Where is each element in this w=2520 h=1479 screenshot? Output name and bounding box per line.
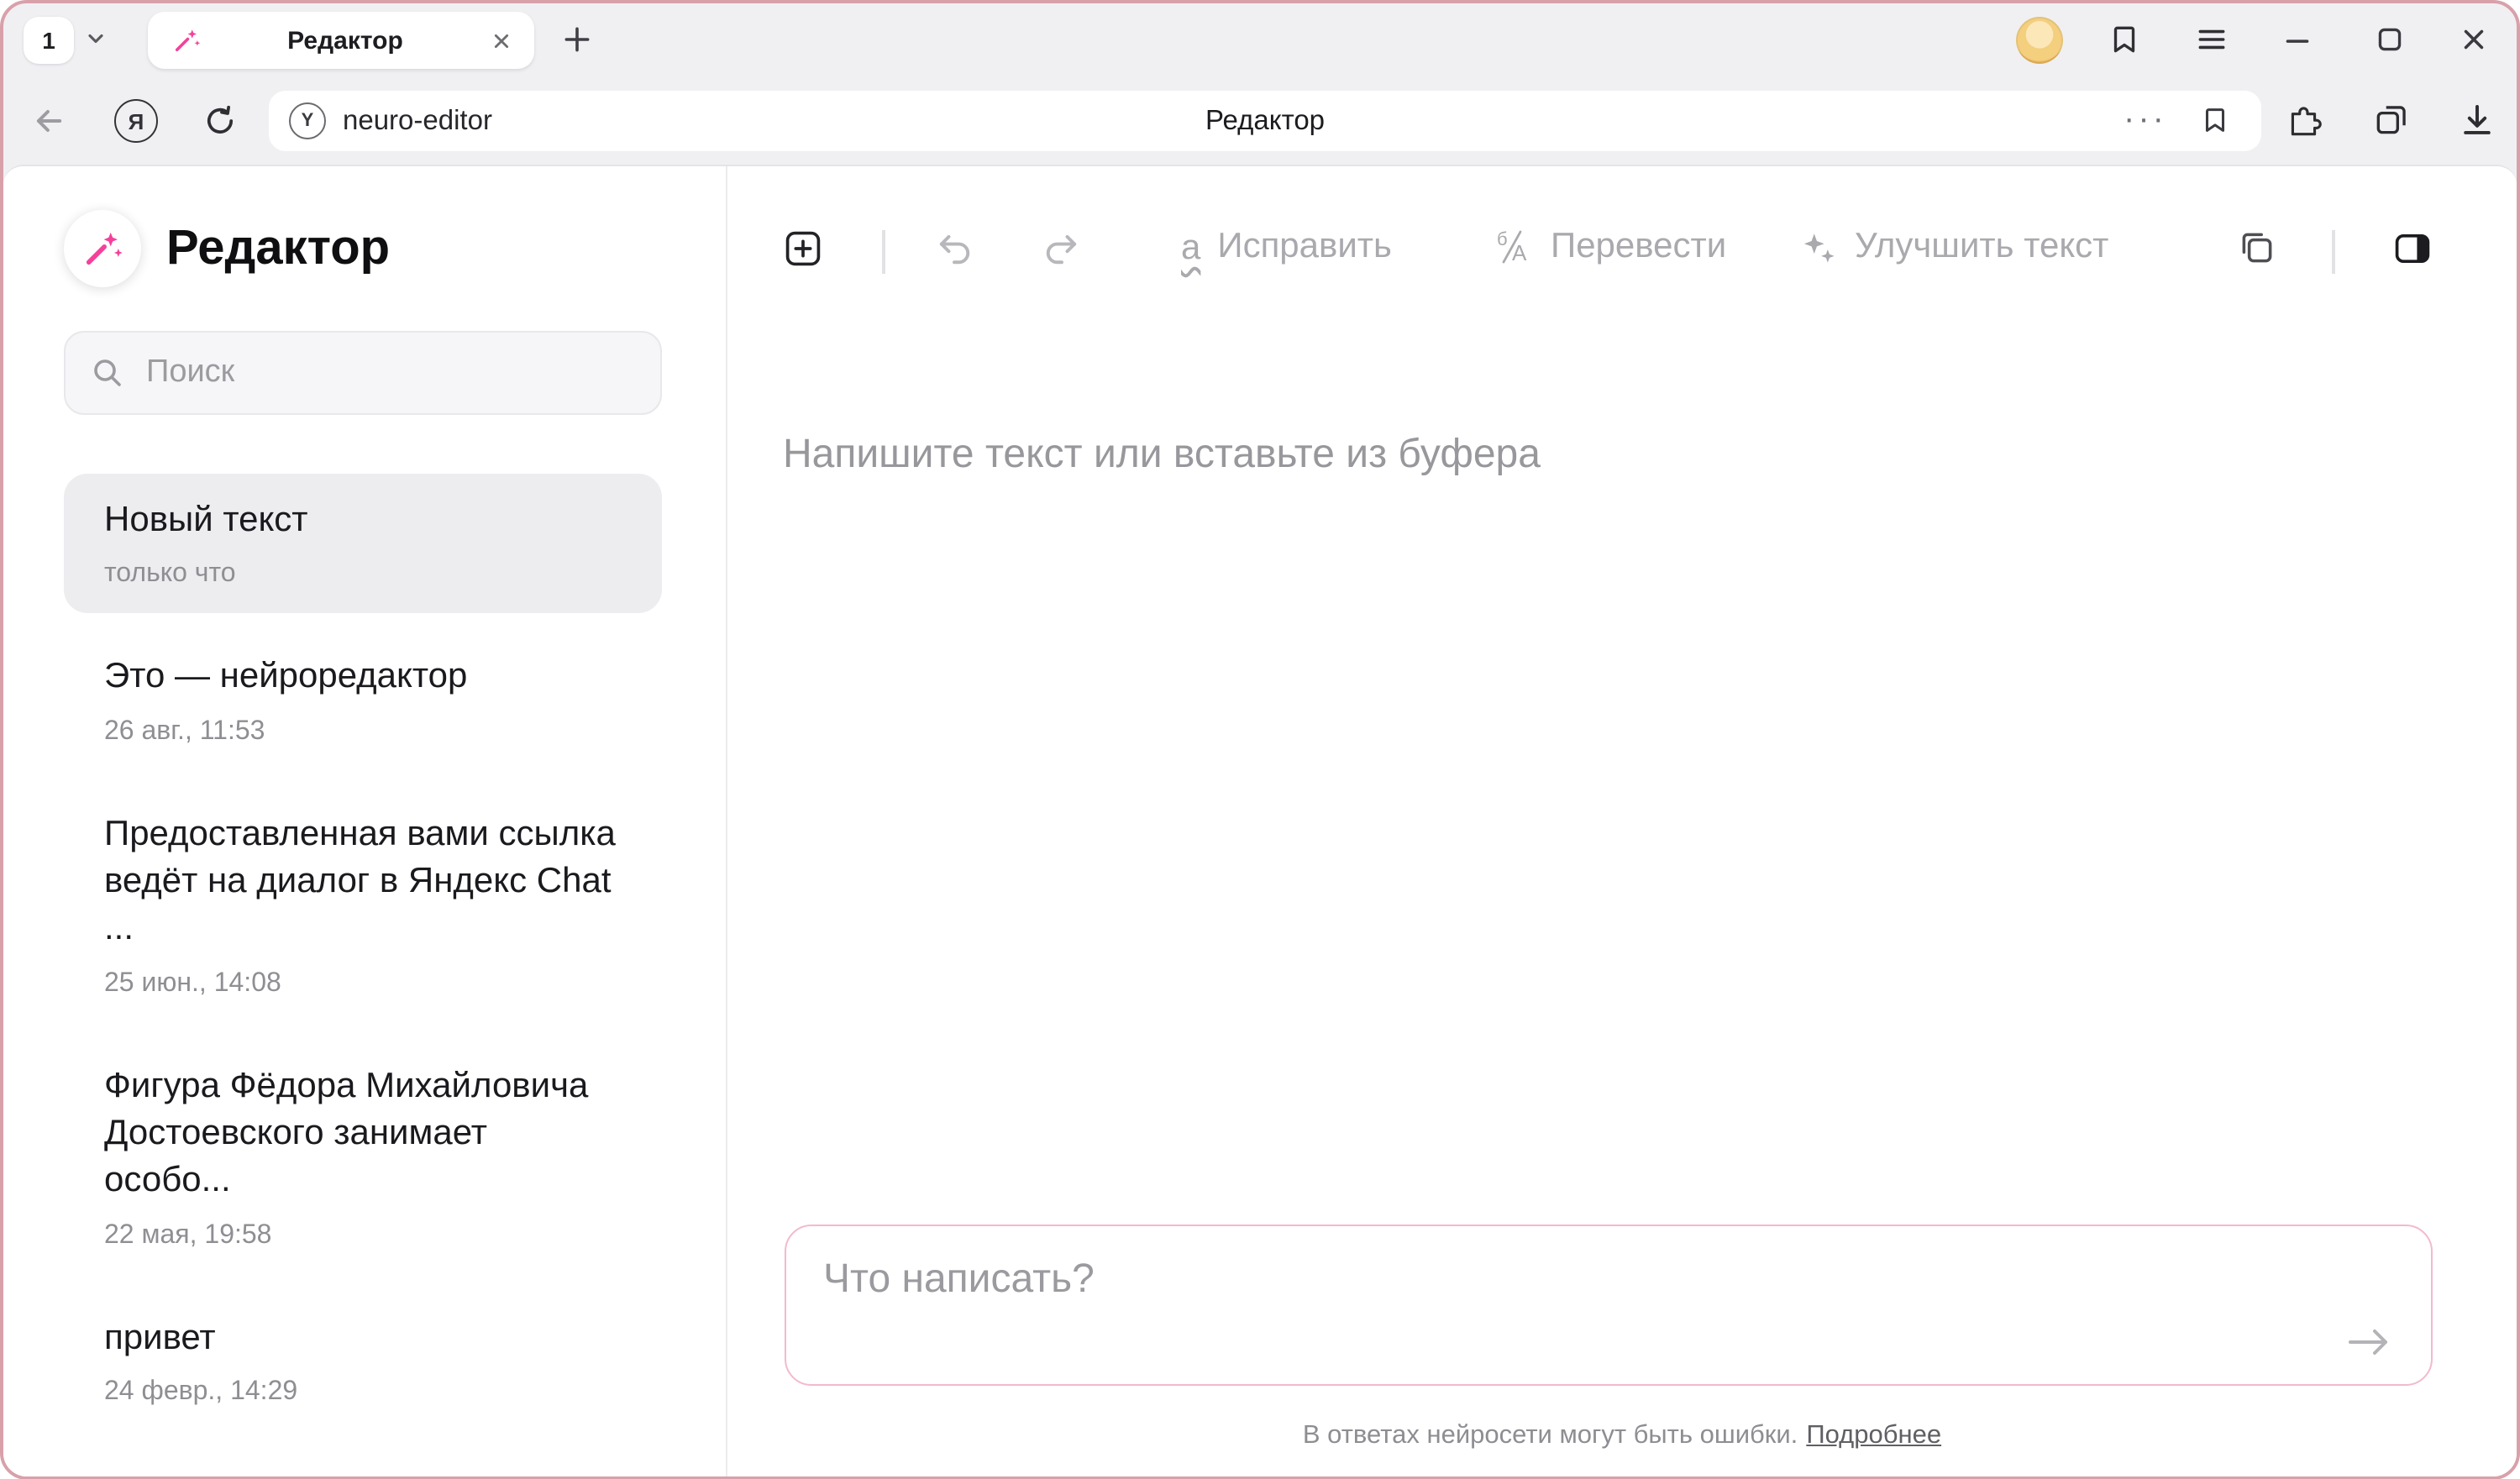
chevron-down-icon[interactable] [84,27,108,50]
disclaimer-text: В ответах нейросети могут быть ошибки. [1303,1420,1798,1449]
magic-wand-icon [171,25,202,55]
list-item[interactable]: привет 24 февр., 14:29 [64,1292,662,1432]
search-box[interactable] [64,331,662,415]
url-omnibox[interactable]: Y neuro-editor Редактор ··· [269,91,2261,151]
document-time: 24 февр., 14:29 [104,1377,622,1408]
svg-text:б: б [1497,228,1508,249]
document-title: привет [104,1315,622,1363]
send-arrow-icon[interactable] [2344,1323,2394,1360]
search-input[interactable] [143,353,635,393]
extensions-puzzle-icon[interactable] [2285,101,2323,139]
refresh-icon[interactable] [202,102,239,139]
translate-button[interactable]: б А Перевести [1494,227,1726,267]
sidebar: Редактор Новый текст только что Это — не… [3,166,726,1476]
list-item[interactable]: Фигура Фёдора Михайловича Достоевского з… [64,1039,662,1274]
tab-counter-button[interactable]: 1 [24,17,74,64]
bookmarks-icon[interactable] [2107,22,2142,57]
editor-canvas-placeholder[interactable]: Напишите текст или вставьте из буфера [783,432,1541,479]
document-time: 22 мая, 19:58 [104,1221,622,1251]
tab-editor[interactable]: Редактор [148,12,534,69]
app-logo-row: Редактор [64,210,390,287]
prompt-input[interactable] [786,1225,2431,1383]
redo-icon[interactable] [1040,227,1084,270]
tabs-panel-icon[interactable] [2372,101,2411,139]
list-item[interactable]: Новый текст только что [64,474,662,614]
side-panel-toggle-icon[interactable] [2391,227,2434,270]
browser-window: 1 Редактор [0,0,2520,1479]
download-icon[interactable] [2458,101,2496,139]
document-time: 26 авг., 11:53 [104,716,622,747]
spellcheck-icon: а [1181,229,1200,265]
document-title: Это — нейроредактор [104,654,622,702]
toolbar-divider [2332,230,2334,274]
translate-label: Перевести [1551,227,1726,267]
bookmark-flag-icon[interactable] [2199,104,2231,136]
back-icon[interactable] [30,102,67,139]
copy-icon[interactable] [2236,227,2278,269]
address-bar: Я Y neuro-editor Редактор ··· [3,77,2517,165]
improve-text-button[interactable]: Улучшить текст [1799,227,2108,267]
tab-title: Редактор [202,26,489,55]
document-time: только что [104,560,622,590]
tab-close-icon[interactable] [489,28,514,53]
new-document-button[interactable] [781,227,825,270]
document-time: 25 июн., 14:08 [104,968,622,999]
window-close-icon[interactable] [2456,22,2491,57]
tab-bar: 1 Редактор [3,3,2517,77]
yandex-search-icon[interactable]: Я [114,99,158,143]
ai-disclaimer: В ответах нейросети могут быть ошибки. По… [727,1420,2517,1450]
translate-icon: б А [1494,227,1534,267]
list-item[interactable]: Предоставленная вами ссылка ведёт на диа… [64,787,662,1022]
new-tab-button[interactable] [561,24,593,55]
page-content: Редактор Новый текст только что Это — не… [3,165,2517,1476]
toolbar-divider [882,230,885,274]
undo-icon[interactable] [932,227,976,270]
app-title: Редактор [166,221,390,276]
maximize-icon[interactable] [2372,22,2407,57]
magic-wand-logo-icon [64,210,141,287]
document-title: Фигура Фёдора Михайловича Достоевского з… [104,1062,622,1205]
fix-text-label: Исправить [1217,227,1392,267]
disclaimer-link[interactable]: Подробнее [1806,1420,1941,1449]
minimize-icon[interactable] [2280,22,2315,57]
document-title: Новый текст [104,497,622,545]
document-title: Предоставленная вами ссылка ведёт на диа… [104,810,622,953]
sparkles-icon [1799,228,1838,266]
avatar[interactable] [2016,17,2063,64]
menu-icon[interactable] [2194,22,2229,57]
improve-text-label: Улучшить текст [1855,227,2108,267]
document-list: Новый текст только что Это — нейроредакт… [64,474,662,1448]
search-icon [91,356,124,390]
list-item[interactable]: Это — нейроредактор 26 авг., 11:53 [64,631,662,771]
editor-main: а Исправить б А Перевести [726,166,2517,1476]
prompt-box [785,1224,2433,1385]
fix-text-button[interactable]: а Исправить [1181,227,1392,267]
page-title: Редактор [269,91,2261,151]
more-icon[interactable]: ··· [2124,91,2167,148]
